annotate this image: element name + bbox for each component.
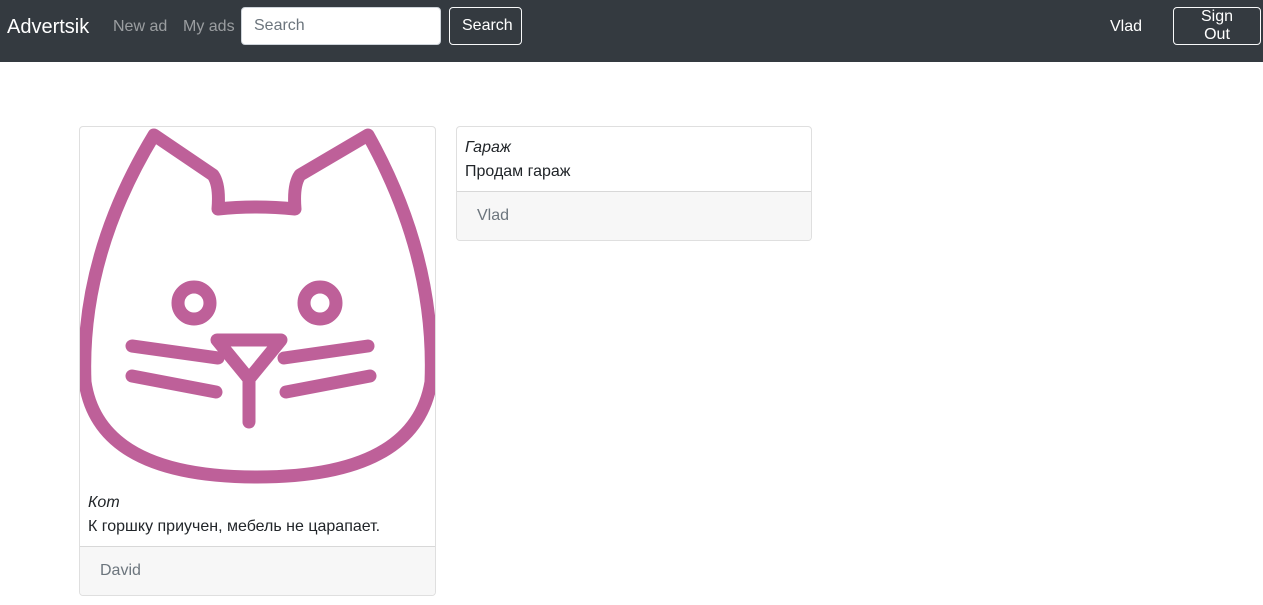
sign-out-button[interactable]: Sign Out (1173, 7, 1261, 45)
navbar: Advertsik New ad My ads Search Vlad Sign… (0, 0, 1263, 62)
user-name: Vlad (1110, 18, 1143, 35)
ad-title: Кот (88, 494, 120, 511)
search-button[interactable]: Search (449, 7, 522, 45)
ad-description: Продам гараж (465, 163, 571, 180)
cat-face-icon (80, 128, 435, 484)
ad-card: Кот К горшку приучен, мебель не царапает… (79, 126, 436, 596)
ad-title: Гараж (465, 139, 511, 156)
search-input[interactable] (241, 7, 441, 45)
ad-card: Гараж Продам гараж Vlad (456, 126, 812, 241)
nav-my-ads[interactable]: My ads (183, 16, 235, 38)
ad-description: К горшку приучен, мебель не царапает. (88, 518, 381, 535)
nav-new-ad[interactable]: New ad (113, 16, 167, 38)
brand-link[interactable]: Advertsik (7, 14, 89, 40)
ad-author: Vlad (457, 191, 811, 240)
ad-author: David (80, 546, 435, 595)
